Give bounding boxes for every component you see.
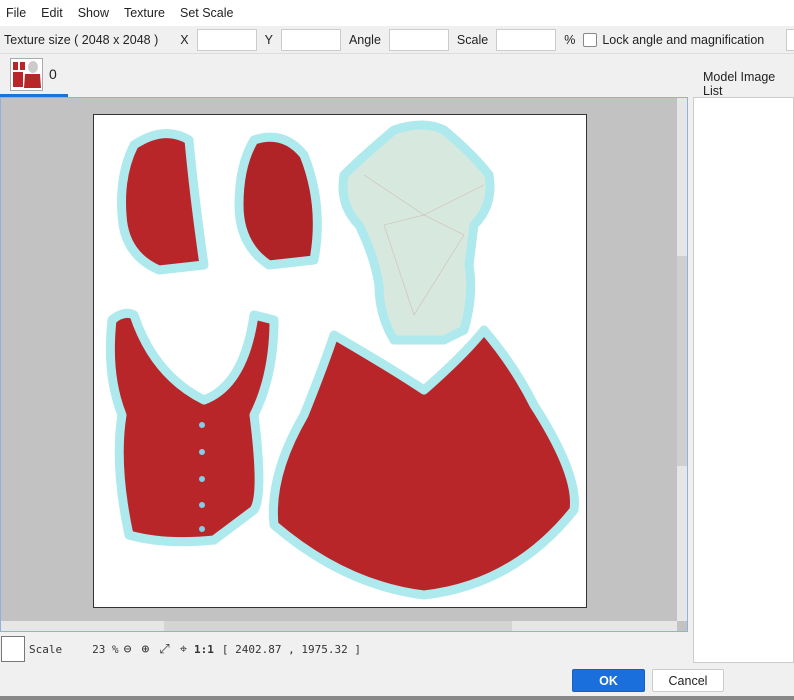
scale-status-label: Scale bbox=[29, 642, 63, 656]
texture-image[interactable] bbox=[93, 114, 587, 608]
lock-label[interactable]: Lock angle and magnification bbox=[602, 33, 764, 47]
body-torso bbox=[338, 120, 495, 345]
menu-file[interactable]: File bbox=[6, 6, 26, 20]
cursor-coords: [ 2402.87 , 1975.32 ] bbox=[221, 642, 361, 656]
texture-canvas[interactable] bbox=[0, 97, 688, 632]
x-input[interactable] bbox=[196, 29, 257, 51]
model-image-list[interactable] bbox=[693, 97, 794, 663]
angle-label: Angle bbox=[348, 33, 381, 47]
zoom-value: 23 % bbox=[92, 642, 119, 656]
y-input[interactable] bbox=[280, 29, 341, 51]
window-bottom-border bbox=[0, 696, 794, 700]
scale-label: Scale bbox=[456, 33, 489, 47]
horizontal-scroll-thumb[interactable] bbox=[164, 621, 512, 631]
toolbar-extra-input[interactable] bbox=[786, 29, 794, 51]
lock-checkbox[interactable] bbox=[583, 33, 598, 47]
menu-bar: File Edit Show Texture Set Scale bbox=[0, 0, 794, 26]
menu-texture[interactable]: Texture bbox=[124, 6, 165, 20]
vertical-scroll-thumb[interactable] bbox=[677, 256, 687, 466]
corset bbox=[105, 308, 279, 547]
x-label: X bbox=[180, 33, 189, 47]
tab-texture-0[interactable]: 0 bbox=[0, 54, 68, 97]
angle-input[interactable] bbox=[388, 29, 449, 51]
status-bar: Scale 23 % ⊖ ⊕ ⤢ ⌖ 1:1 [ 2402.87 , 1975.… bbox=[0, 635, 690, 663]
center-icon[interactable]: ⌖ bbox=[180, 642, 187, 657]
menu-show[interactable]: Show bbox=[78, 6, 109, 20]
menu-set-scale[interactable]: Set Scale bbox=[180, 6, 234, 20]
y-label: Y bbox=[264, 33, 273, 47]
texture-size-label: Texture size ( 2048 x 2048 ) bbox=[4, 33, 159, 47]
menu-edit[interactable]: Edit bbox=[41, 6, 63, 20]
percent-label: % bbox=[564, 33, 576, 47]
toolbar: Texture size ( 2048 x 2048 ) X Y Angle S… bbox=[0, 27, 794, 54]
zoom-out-icon[interactable]: ⊖ bbox=[124, 642, 132, 657]
zoom-in-icon[interactable]: ⊕ bbox=[141, 642, 149, 657]
model-image-list-title: Model Image List bbox=[703, 70, 776, 98]
texture-thumbnail bbox=[10, 57, 43, 91]
horizontal-scrollbar[interactable] bbox=[1, 621, 677, 631]
sleeve-right bbox=[234, 132, 322, 270]
tab-row: 0 bbox=[0, 54, 794, 97]
scale-input[interactable] bbox=[496, 29, 557, 51]
cancel-button[interactable]: Cancel bbox=[652, 669, 724, 692]
actual-size-button[interactable]: 1:1 bbox=[194, 643, 214, 656]
skirt bbox=[268, 325, 579, 600]
vertical-scrollbar[interactable] bbox=[677, 98, 687, 621]
ok-button[interactable]: OK bbox=[572, 669, 645, 692]
sleeve-left bbox=[117, 129, 209, 275]
color-swatch[interactable] bbox=[1, 636, 25, 662]
fit-to-window-icon[interactable]: ⤢ bbox=[159, 642, 169, 657]
tab-label: 0 bbox=[49, 66, 57, 82]
